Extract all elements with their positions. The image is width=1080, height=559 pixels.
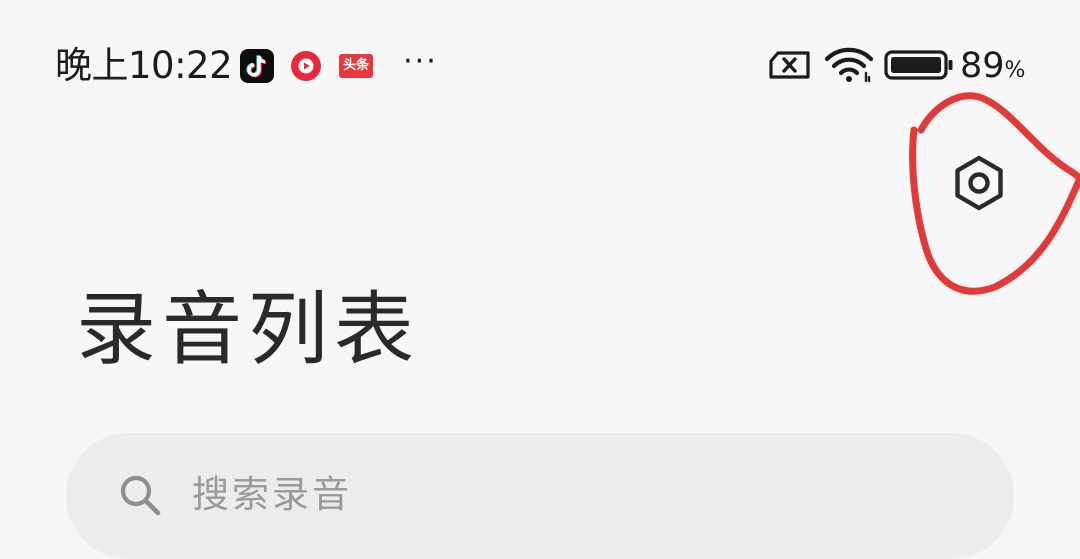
battery-percentage: 89% [960,42,1025,95]
page-title: 录音列表 [76,283,420,376]
status-time: 晚上10:22 [55,44,233,87]
wifi-icon [824,47,874,87]
settings-hex-icon [950,154,1008,216]
video-app-icon [291,51,322,81]
status-bar: 晚上10:22 头条 ··· 89% [0,0,1080,130]
battery-unit: % [1004,58,1026,83]
search-input-placeholder[interactable]: 搜索录音 [192,471,352,519]
no-sim-icon [768,50,812,84]
battery-value: 89 [960,46,1005,86]
more-notifications-indicator: ··· [403,44,438,79]
status-right-group: 89% [760,40,1080,92]
search-icon [118,473,162,521]
settings-button[interactable] [944,150,1014,220]
toutiao-icon: 头条 [339,54,374,78]
search-bar[interactable]: 搜索录音 [66,433,1014,559]
battery-icon [884,50,954,84]
status-left-group: 晚上10:22 头条 ··· [55,40,438,92]
tiktok-icon [240,49,275,83]
